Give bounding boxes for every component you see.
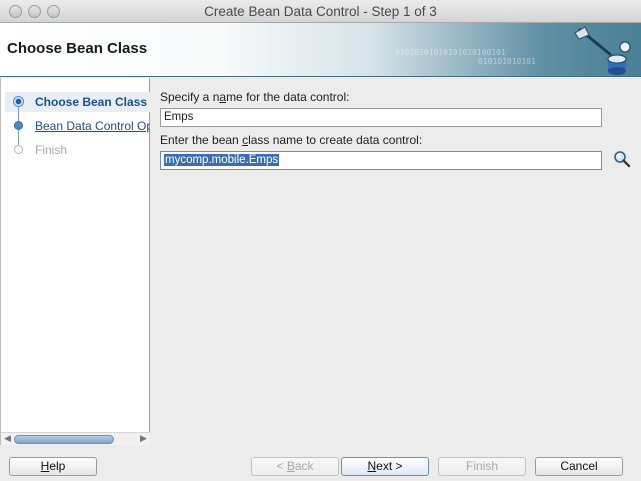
wizard-steps-panel: Choose Bean Class Bean Data Control Op F… (0, 78, 150, 445)
data-control-name-input[interactable]: Emps (160, 108, 602, 127)
finish-button: Finish (438, 457, 526, 476)
page-title: Choose Bean Class (7, 40, 148, 57)
magnifier-icon[interactable] (613, 150, 631, 168)
step-bean-data-control-options[interactable]: Bean Data Control Op (35, 119, 150, 133)
current-step-icon (13, 96, 24, 107)
back-button: < Back (251, 457, 339, 476)
steps-horizontal-scrollbar[interactable]: ◀ ▶ (1, 432, 150, 445)
data-control-name-value: Emps (164, 111, 194, 123)
bean-class-value: mycomp.mobile.Emps (164, 154, 280, 166)
step-link-icon (14, 121, 23, 130)
wizard-button-bar: Help < Back Next > Finish Cancel (0, 445, 641, 481)
scroll-right-icon[interactable]: ▶ (140, 433, 147, 444)
wizard-header: Choose Bean Class 0101010101010101010010… (0, 23, 641, 77)
data-control-name-label: Specify a name for the data control: (160, 90, 350, 104)
window-titlebar: Create Bean Data Control - Step 1 of 3 (0, 0, 641, 23)
banner-binary-decoration-2: 010101010101 (478, 57, 536, 66)
bean-class-input[interactable]: mycomp.mobile.Emps (160, 151, 602, 170)
cancel-button[interactable]: Cancel (535, 457, 623, 476)
help-button[interactable]: Help (9, 457, 97, 476)
next-button[interactable]: Next > (341, 457, 429, 476)
wizard-content: Specify a name for the data control: Emp… (151, 78, 641, 445)
window-title: Create Bean Data Control - Step 1 of 3 (204, 4, 437, 19)
step-choose-bean-class[interactable]: Choose Bean Class (35, 95, 147, 109)
wizard-logo-icon (574, 26, 631, 75)
scrollbar-thumb[interactable] (14, 435, 114, 444)
step-disabled-icon (14, 145, 23, 154)
bean-class-label: Enter the bean class name to create data… (160, 133, 423, 147)
banner-binary-decoration: 01010101010101010100101 (395, 48, 506, 57)
step-finish: Finish (35, 143, 68, 157)
scroll-left-icon[interactable]: ◀ (4, 433, 11, 444)
